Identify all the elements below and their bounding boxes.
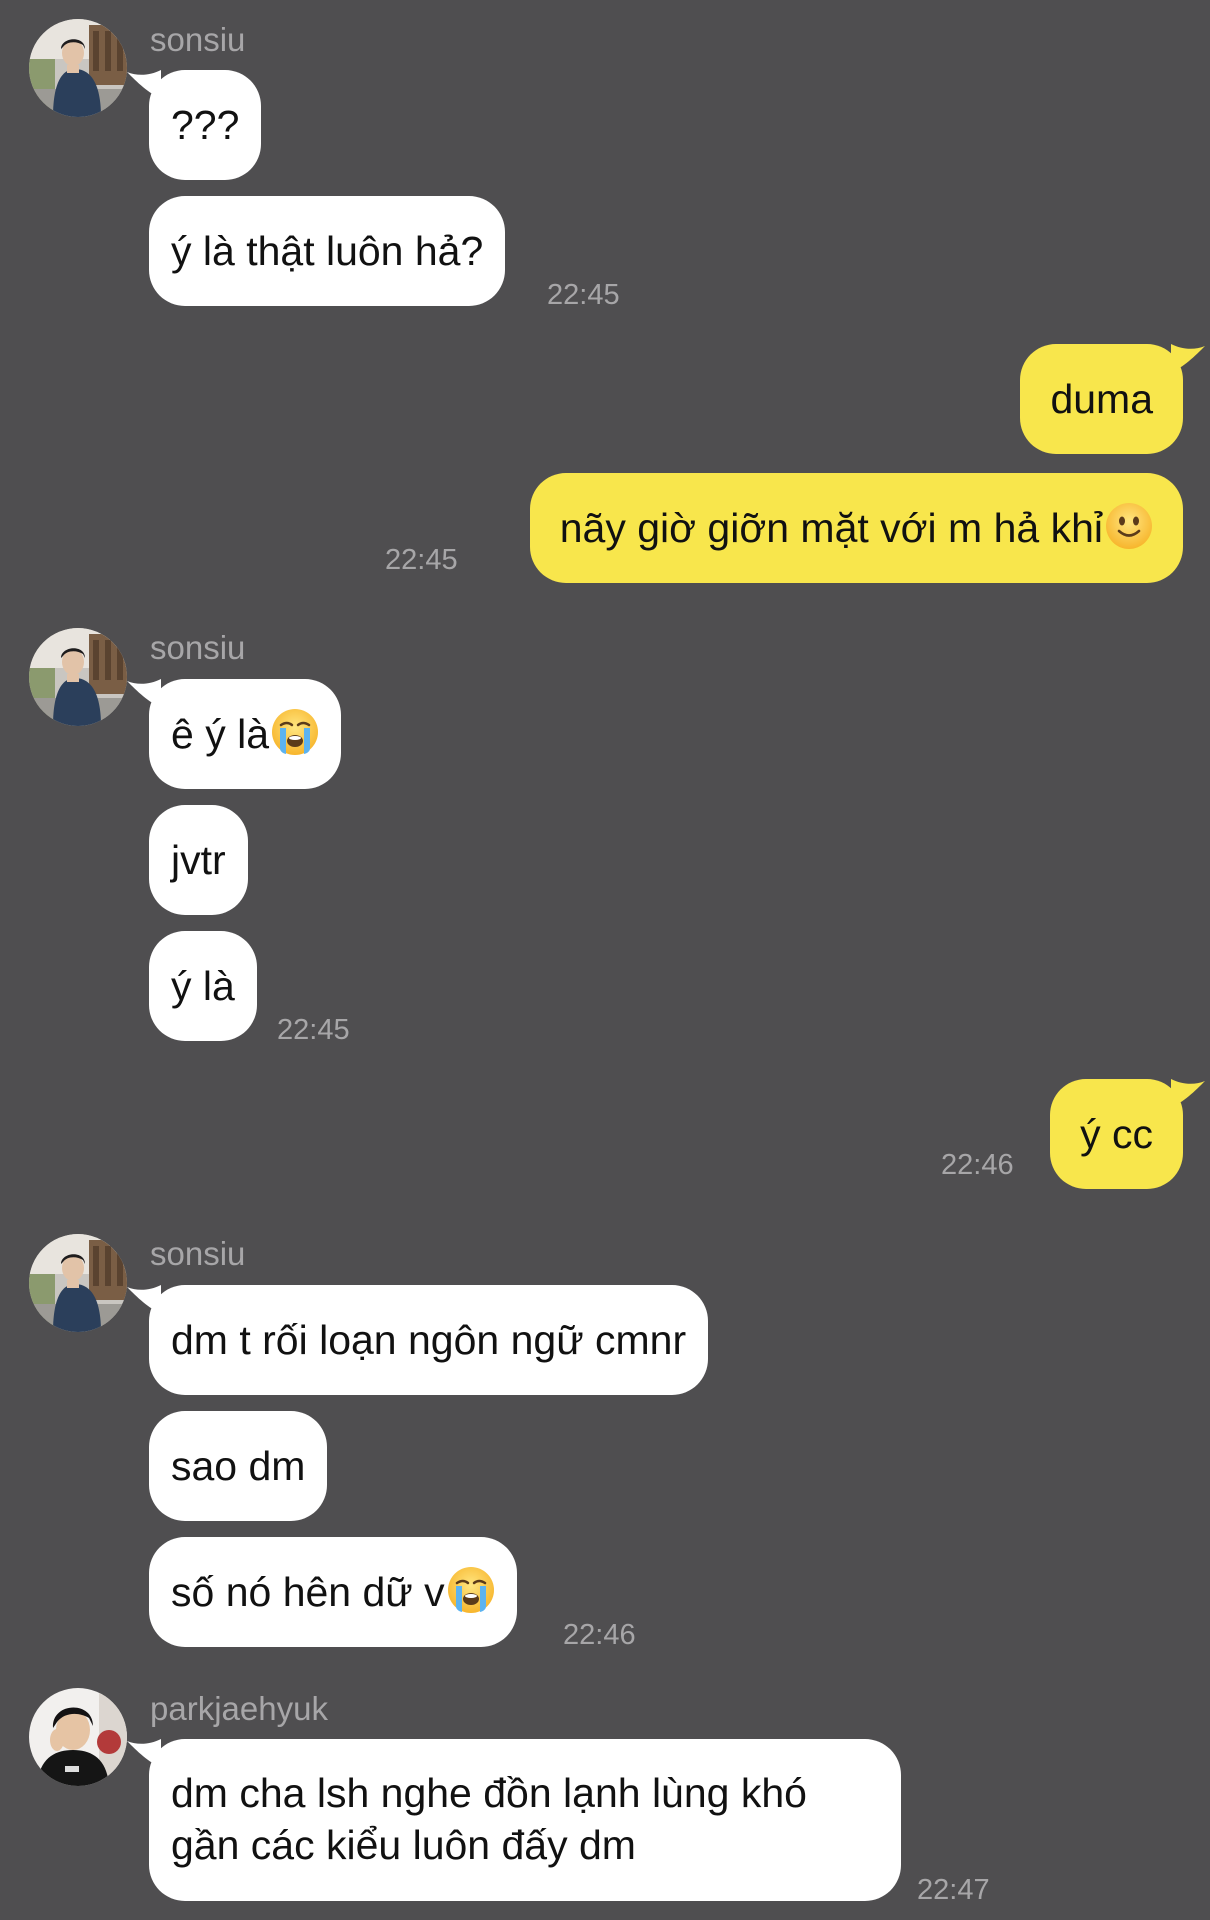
message-bubble[interactable]: duma: [1020, 344, 1183, 454]
message-text: ???: [171, 102, 240, 148]
sender-name: sonsiu: [150, 629, 246, 666]
message-bubble[interactable]: dm cha lsh nghe đồn lạnh lùng khó gần cá…: [149, 1739, 901, 1901]
message-timestamp: 22:45: [547, 279, 620, 311]
message-bubble[interactable]: ý cc: [1050, 1079, 1183, 1189]
message-bubble[interactable]: ???: [149, 70, 262, 180]
message-text: dm cha lsh nghe đồn lạnh lùng khó gần cá…: [171, 1770, 807, 1868]
avatar-sonsiu[interactable]: [29, 19, 127, 117]
message-text: ê ý là: [171, 711, 269, 757]
bubble-tail-icon: [127, 1739, 161, 1767]
message-text: sao dm: [171, 1443, 306, 1489]
message-timestamp: 22:46: [563, 1619, 636, 1651]
message-text: ý là: [171, 963, 235, 1009]
avatar-parkjaehyuk[interactable]: [29, 1688, 127, 1786]
message-bubble[interactable]: ý là: [149, 931, 257, 1041]
message-text: nãy giờ giỡn mặt với m hả khỉ: [559, 505, 1103, 551]
avatar-sonsiu[interactable]: [29, 628, 127, 726]
loudly-crying-face-emoji-icon: [447, 1566, 495, 1614]
message-text: dm t rối loạn ngôn ngữ cmnr: [171, 1317, 687, 1363]
message-text: ý là thật luôn hả?: [171, 228, 484, 274]
bubble-tail-icon: [127, 1285, 161, 1313]
sender-name: sonsiu: [150, 21, 246, 58]
message-text: số nó hên dữ v: [171, 1569, 445, 1615]
avatar-sonsiu[interactable]: [29, 1234, 127, 1332]
message-timestamp: 22:45: [385, 544, 458, 576]
message-text: jvtr: [171, 837, 226, 883]
message-bubble[interactable]: ê ý là: [149, 679, 341, 789]
message-bubble[interactable]: dm t rối loạn ngôn ngữ cmnr: [149, 1285, 709, 1395]
message-bubble[interactable]: jvtr: [149, 805, 248, 915]
loudly-crying-face-emoji-icon: [271, 708, 319, 756]
bubble-tail-icon: [1171, 1079, 1205, 1107]
message-timestamp: 22:45: [277, 1014, 350, 1046]
message-bubble[interactable]: nãy giờ giỡn mặt với m hả khỉ: [529, 473, 1183, 583]
message-bubble[interactable]: sao dm: [149, 1411, 328, 1521]
slightly-smiling-face-emoji-icon: [1105, 502, 1153, 550]
message-text: ý cc: [1080, 1111, 1153, 1157]
message-timestamp: 22:46: [941, 1149, 1014, 1181]
sender-name: parkjaehyuk: [150, 1690, 328, 1727]
bubble-tail-icon: [1171, 344, 1205, 372]
message-bubble[interactable]: số nó hên dữ v: [149, 1537, 517, 1647]
message-bubble[interactable]: ý là thật luôn hả?: [149, 196, 506, 306]
bubble-tail-icon: [127, 679, 161, 707]
message-text: duma: [1050, 376, 1153, 422]
message-timestamp: 22:47: [917, 1874, 990, 1906]
sender-name: sonsiu: [150, 1235, 246, 1272]
bubble-tail-icon: [127, 70, 161, 98]
